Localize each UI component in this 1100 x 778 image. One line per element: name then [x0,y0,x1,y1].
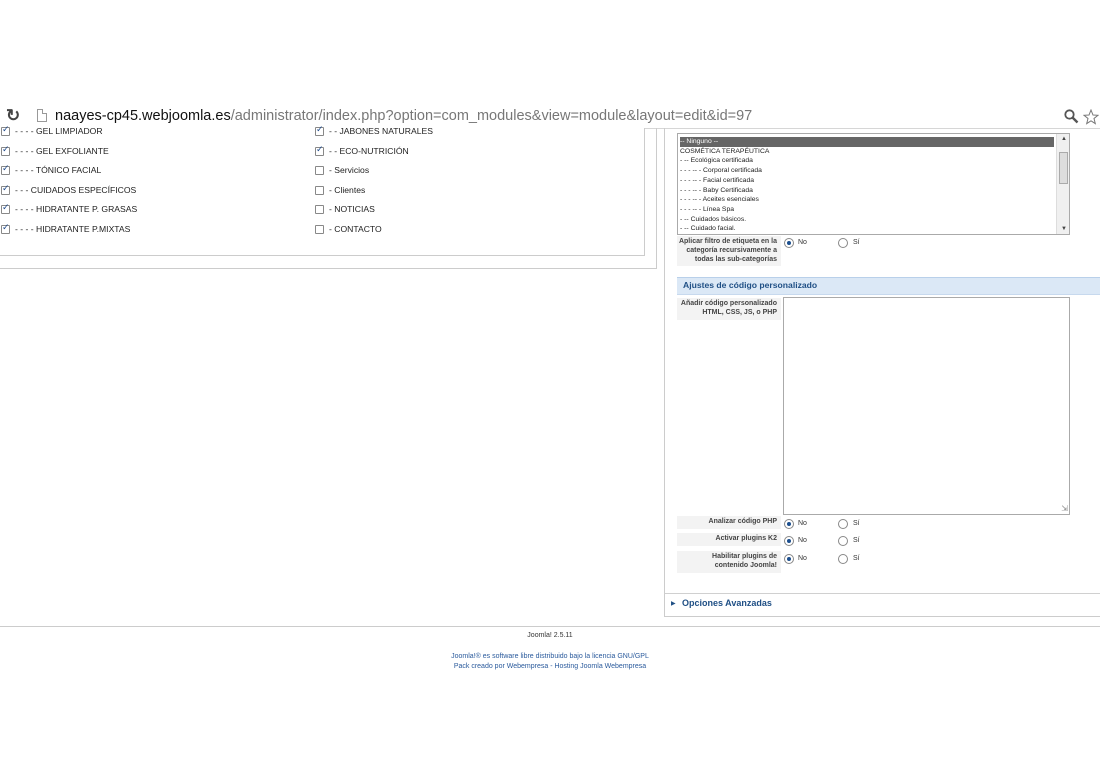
address-bar: ↻ naayes-cp45.webjoomla.es/administrator… [0,103,1100,129]
category-checkbox[interactable] [315,224,324,234]
category-checkbox[interactable] [315,145,324,156]
resize-grip-icon[interactable]: ⇲ [1061,505,1068,513]
setting-label: Activar plugins K2 [677,533,781,546]
setting-label: Habilitar plugins de contenido Joomla! [677,551,781,573]
category-label: - - - - TÓNICO FACIAL [15,165,102,175]
advanced-options-toggle[interactable]: Opciones Avanzadas [682,598,772,608]
joomla-version: Joomla! 2.5.11 [527,632,573,639]
setting-label: Analizar código PHP [677,516,781,529]
url-domain: naayes-cp45.webjoomla.es [55,108,231,124]
zoom-icon[interactable] [1064,109,1079,124]
category-option[interactable]: - - - -- - Facial certificada [680,176,1054,186]
category-label: - - - - HIDRATANTE P. GRASAS [15,204,138,214]
category-checkbox-panel: - - - - GEL LIMPIADOR - - - - GEL EXFOLIA… [0,125,645,256]
setting-yes-label: Sí [853,537,860,544]
setting-yes-radio[interactable] [838,519,848,529]
page-icon [37,109,47,122]
category-option[interactable]: -- Ninguno -- [680,137,1054,147]
recursive-filter-yes-label: Sí [853,239,860,246]
category-checkbox[interactable] [315,125,324,136]
category-option[interactable]: - -- Ecológica certificada [680,156,1054,166]
category-select-list[interactable]: -- Ninguno -- COSMÉTICA TERAPÉUTICA - -- E… [677,133,1070,235]
credit-text[interactable]: Pack creado por Webempresa - Hosting Joo… [0,663,1100,670]
category-label: - - - CUIDADOS ESPECÍFICOS [15,184,137,195]
category-label: - - - - GEL LIMPIADOR [15,126,103,136]
category-option[interactable]: - -- Cuidados básicos. [680,215,1054,225]
scroll-down-icon[interactable]: ▼ [1061,226,1067,232]
category-option[interactable]: - - - -- - Aceites esenciales [680,195,1054,205]
category-label: - - - - GEL EXFOLIANTE [15,145,109,156]
category-option[interactable]: - - - -- - Baby Certificada [680,186,1054,196]
url-path: /administrator/index.php?option=com_modu… [230,108,753,124]
scrollbar-thumb[interactable] [1059,152,1068,184]
custom-code-section-header: Ajustes de código personalizado [677,277,1100,295]
recursive-filter-label: Aplicar filtro de etiqueta en la categor… [677,236,781,266]
category-option[interactable]: COSMÉTICA TERAPÉUTICA [680,147,1054,157]
setting-no-label: No [798,520,807,527]
category-checkbox[interactable] [1,145,10,156]
category-option[interactable]: - -- Cuidado facial. [680,224,1054,234]
setting-yes-radio[interactable] [838,554,848,564]
list-scrollbar[interactable]: ▲ ▼ [1056,134,1069,234]
license-text[interactable]: Joomla!® es software libre distribuido b… [0,653,1100,660]
category-checkbox[interactable] [1,223,10,234]
recursive-filter-no-label: No [798,239,807,246]
setting-no-radio[interactable] [784,519,794,529]
category-checkbox[interactable] [1,125,10,136]
setting-yes-label: Sí [853,520,860,527]
category-checkbox[interactable] [1,203,10,214]
category-option[interactable]: - - - -- - Corporal certificada [680,166,1054,176]
category-label: - CONTACTO [329,223,382,234]
category-checkbox[interactable] [315,185,324,195]
category-checkbox[interactable] [315,205,324,214]
category-label: - - ECO-NUTRICIÓN [329,145,409,156]
category-option[interactable]: - - - -- - Línea Spa [680,205,1054,215]
custom-code-textarea[interactable]: ⇲ [783,297,1070,515]
custom-code-label: Añadir código personalizado HTML, CSS, J… [677,298,781,320]
category-label: - Clientes [329,184,366,195]
url-field[interactable]: naayes-cp45.webjoomla.es/administrator/i… [55,107,752,125]
setting-no-label: No [798,555,807,562]
setting-yes-label: Sí [853,555,860,562]
expand-arrow-icon[interactable]: ▶ [671,600,676,607]
scroll-up-icon[interactable]: ▲ [1061,136,1067,142]
category-label: - - JABONES NATURALES [329,126,433,136]
category-checkbox[interactable] [315,166,324,175]
setting-no-radio[interactable] [784,554,794,564]
recursive-filter-no-radio[interactable] [784,238,794,248]
bookmark-star-icon[interactable] [1083,109,1099,125]
setting-no-label: No [798,537,807,544]
recursive-filter-yes-radio[interactable] [838,238,848,248]
category-label: - NOTICIAS [329,204,375,214]
reload-icon[interactable]: ↻ [6,107,20,124]
setting-yes-radio[interactable] [838,536,848,546]
footer-divider [0,626,1100,627]
category-checkbox[interactable] [1,164,10,175]
category-label: - - - - HIDRATANTE P.MIXTAS [15,223,131,234]
category-checkbox[interactable] [1,184,10,195]
category-label: - Servicios [329,165,370,175]
section-title: Ajustes de código personalizado [683,280,818,290]
setting-no-radio[interactable] [784,536,794,546]
